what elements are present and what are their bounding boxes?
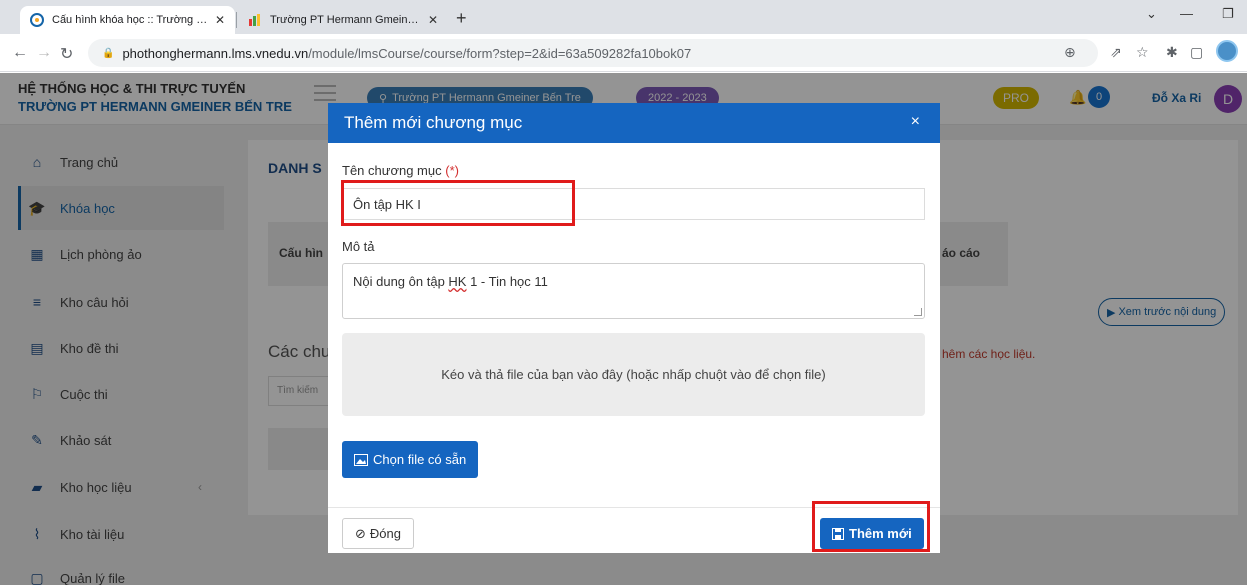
close-tab-icon[interactable]: ✕ bbox=[215, 13, 225, 27]
add-section-modal: Thêm mới chương mục × Tên chương mục (*)… bbox=[328, 103, 940, 553]
reload-icon[interactable]: ↻ bbox=[60, 44, 73, 64]
forward-arrow-icon[interactable]: → bbox=[36, 44, 52, 62]
tab-separator bbox=[236, 12, 237, 28]
close-icon[interactable]: × bbox=[911, 113, 920, 131]
description-text-post: 1 - Tin học 11 bbox=[466, 274, 548, 289]
share-icon[interactable]: ⇗ bbox=[1110, 44, 1122, 61]
star-icon[interactable]: ☆ bbox=[1136, 44, 1149, 61]
choose-existing-file-button[interactable]: Chọn file có sẵn bbox=[342, 441, 479, 478]
required-marker: (*) bbox=[445, 163, 459, 178]
description-text-pre: Nội dung ôn tập bbox=[353, 274, 449, 289]
back-arrow-icon[interactable]: ← bbox=[12, 44, 28, 62]
choose-file-label: Chọn file có sẵn bbox=[373, 452, 467, 467]
school-favicon-icon bbox=[249, 14, 260, 26]
browser-tab-inactive[interactable]: Trường PT Hermann Gmeiner Bến ✕ bbox=[238, 6, 448, 34]
description-label: Mô tả bbox=[342, 239, 375, 254]
lms-favicon-icon bbox=[30, 13, 44, 27]
highlight-name-field bbox=[341, 180, 575, 226]
minimize-icon[interactable]: — bbox=[1180, 6, 1193, 21]
chevron-down-icon[interactable]: ⌄ bbox=[1146, 6, 1157, 22]
resize-grip-icon[interactable] bbox=[914, 308, 922, 316]
modal-header: Thêm mới chương mục bbox=[328, 103, 940, 143]
browser-address-bar: ← → ↻ 🔒 phothonghermann.lms.vnedu.vn /mo… bbox=[0, 34, 1247, 72]
browser-tab-title: Trường PT Hermann Gmeiner Bến bbox=[270, 14, 422, 26]
url-path: /module/lmsCourse/course/form?step=2&id=… bbox=[308, 45, 692, 61]
url-host: phothonghermann.lms.vnedu.vn bbox=[122, 45, 309, 61]
file-dropzone[interactable]: Kéo và thả file của bạn vào đây (hoặc nh… bbox=[342, 333, 925, 416]
sidebar-toggle-icon[interactable]: ▢ bbox=[1190, 44, 1203, 61]
modal-title: Thêm mới chương mục bbox=[344, 113, 523, 132]
lock-icon: 🔒 bbox=[102, 47, 115, 59]
browser-profile-avatar[interactable] bbox=[1216, 40, 1238, 62]
image-icon bbox=[354, 453, 368, 466]
close-button[interactable]: ⊘ Đóng bbox=[342, 518, 414, 549]
new-tab-button[interactable]: + bbox=[456, 8, 467, 29]
highlight-add-button bbox=[812, 501, 930, 552]
section-name-label-text: Tên chương mục bbox=[342, 163, 442, 178]
section-name-label: Tên chương mục (*) bbox=[342, 163, 459, 178]
close-tab-icon[interactable]: ✕ bbox=[428, 13, 438, 27]
restore-icon[interactable]: ❐ bbox=[1222, 6, 1234, 22]
browser-tab-title: Cấu hình khóa học :: Trường PT H bbox=[52, 14, 209, 26]
description-textarea[interactable]: Nội dung ôn tập HK 1 - Tin học 11 bbox=[342, 263, 925, 319]
close-button-label: Đóng bbox=[369, 526, 401, 541]
browser-tab-bar: Cấu hình khóa học :: Trường PT H ✕ Trườn… bbox=[0, 0, 1247, 34]
url-field[interactable]: 🔒 phothonghermann.lms.vnedu.vn /module/l… bbox=[88, 39, 1098, 67]
ban-icon: ⊘ bbox=[355, 525, 366, 541]
zoom-icon[interactable]: ⊕ bbox=[1064, 44, 1076, 61]
browser-tab-active[interactable]: Cấu hình khóa học :: Trường PT H ✕ bbox=[20, 6, 235, 34]
extensions-puzzle-icon[interactable]: ✱ bbox=[1166, 44, 1178, 61]
description-text-misspelled: HK bbox=[448, 274, 467, 289]
